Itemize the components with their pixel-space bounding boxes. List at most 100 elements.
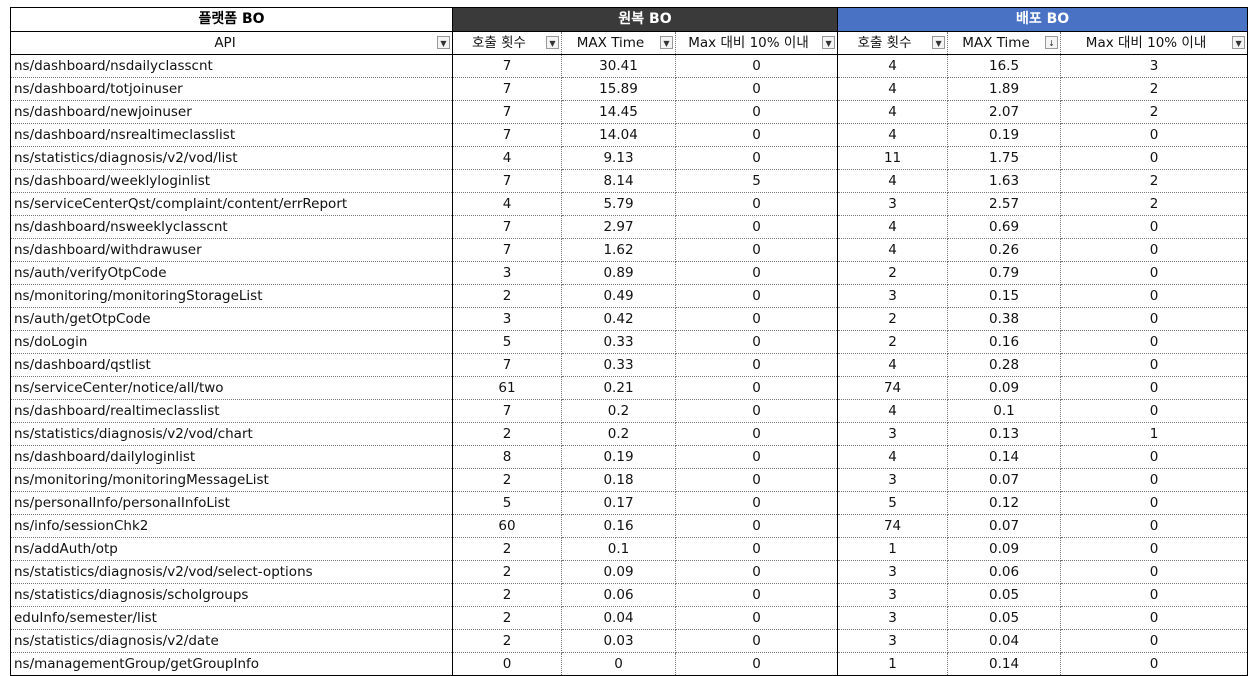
cell-orig-max-time[interactable]: 9.13: [561, 146, 676, 170]
cell-dep-within-10[interactable]: 0: [1060, 468, 1249, 492]
cell-dep-calls[interactable]: 5: [837, 491, 949, 515]
filter-dropdown-icon[interactable]: ▼: [437, 36, 450, 49]
cell-api[interactable]: ns/dashboard/nsweeklyclasscnt: [10, 215, 453, 239]
cell-dep-within-10[interactable]: 0: [1060, 123, 1249, 147]
cell-orig-within-10[interactable]: 0: [675, 652, 839, 676]
cell-api[interactable]: ns/statistics/diagnosis/v2/vod/chart: [10, 422, 453, 446]
cell-dep-within-10[interactable]: 0: [1060, 652, 1249, 676]
cell-orig-calls[interactable]: 2: [452, 537, 562, 561]
cell-orig-calls[interactable]: 7: [452, 100, 562, 124]
cell-orig-calls[interactable]: 7: [452, 123, 562, 147]
cell-orig-within-10[interactable]: 0: [675, 261, 839, 285]
cell-orig-max-time[interactable]: 5.79: [561, 192, 676, 216]
cell-orig-within-10[interactable]: 0: [675, 376, 839, 400]
cell-orig-max-time[interactable]: 1.62: [561, 238, 676, 262]
cell-dep-within-10[interactable]: 0: [1060, 514, 1249, 538]
cell-dep-within-10[interactable]: 0: [1060, 353, 1249, 377]
cell-orig-within-10[interactable]: 0: [675, 537, 839, 561]
cell-orig-calls[interactable]: 3: [452, 261, 562, 285]
cell-orig-max-time[interactable]: 0.18: [561, 468, 676, 492]
cell-dep-max-time[interactable]: 0.13: [947, 422, 1062, 446]
group-header-platform[interactable]: 플랫폼 BO: [10, 7, 453, 32]
cell-api[interactable]: ns/auth/verifyOtpCode: [10, 261, 453, 285]
cell-orig-calls[interactable]: 7: [452, 215, 562, 239]
cell-dep-max-time[interactable]: 0.69: [947, 215, 1062, 239]
cell-api[interactable]: ns/dashboard/qstlist: [10, 353, 453, 377]
cell-api[interactable]: ns/doLogin: [10, 330, 453, 354]
cell-api[interactable]: ns/personalInfo/personalInfoList: [10, 491, 453, 515]
cell-dep-calls[interactable]: 1: [837, 652, 949, 676]
cell-dep-max-time[interactable]: 1.75: [947, 146, 1062, 170]
cell-orig-calls[interactable]: 8: [452, 445, 562, 469]
cell-dep-max-time[interactable]: 16.5: [947, 54, 1062, 78]
cell-dep-calls[interactable]: 3: [837, 560, 949, 584]
cell-api[interactable]: ns/dashboard/totjoinuser: [10, 77, 453, 101]
cell-orig-within-10[interactable]: 0: [675, 514, 839, 538]
col-header-dep-within-10[interactable]: Max 대비 10% 이내 ▼: [1060, 31, 1249, 55]
cell-api[interactable]: ns/monitoring/monitoringStorageList: [10, 284, 453, 308]
cell-dep-within-10[interactable]: 0: [1060, 376, 1249, 400]
cell-dep-calls[interactable]: 2: [837, 307, 949, 331]
cell-api[interactable]: ns/dashboard/withdrawuser: [10, 238, 453, 262]
cell-dep-calls[interactable]: 4: [837, 100, 949, 124]
cell-dep-calls[interactable]: 4: [837, 54, 949, 78]
cell-dep-calls[interactable]: 74: [837, 514, 949, 538]
col-header-dep-calls[interactable]: 호출 횟수 ▼: [837, 31, 949, 55]
cell-orig-within-10[interactable]: 0: [675, 192, 839, 216]
cell-orig-max-time[interactable]: 30.41: [561, 54, 676, 78]
cell-dep-calls[interactable]: 1: [837, 537, 949, 561]
col-header-api[interactable]: API ▼: [10, 31, 453, 55]
cell-orig-calls[interactable]: 2: [452, 422, 562, 446]
cell-api[interactable]: ns/serviceCenterQst/complaint/content/er…: [10, 192, 453, 216]
cell-orig-within-10[interactable]: 0: [675, 123, 839, 147]
filter-dropdown-icon[interactable]: ▼: [822, 36, 836, 49]
cell-dep-calls[interactable]: 4: [837, 77, 949, 101]
cell-api[interactable]: ns/statistics/diagnosis/v2/vod/select-op…: [10, 560, 453, 584]
cell-api[interactable]: ns/serviceCenter/notice/all/two: [10, 376, 453, 400]
cell-api[interactable]: ns/dashboard/nsrealtimeclasslist: [10, 123, 453, 147]
cell-orig-calls[interactable]: 60: [452, 514, 562, 538]
cell-dep-within-10[interactable]: 1: [1060, 422, 1249, 446]
cell-orig-within-10[interactable]: 0: [675, 215, 839, 239]
cell-orig-within-10[interactable]: 0: [675, 445, 839, 469]
cell-orig-max-time[interactable]: 14.04: [561, 123, 676, 147]
cell-dep-max-time[interactable]: 0.79: [947, 261, 1062, 285]
cell-orig-max-time[interactable]: 0.33: [561, 330, 676, 354]
cell-api[interactable]: ns/auth/getOtpCode: [10, 307, 453, 331]
cell-dep-calls[interactable]: 3: [837, 422, 949, 446]
cell-orig-within-10[interactable]: 0: [675, 284, 839, 308]
cell-orig-max-time[interactable]: 2.97: [561, 215, 676, 239]
cell-dep-max-time[interactable]: 0.16: [947, 330, 1062, 354]
cell-api[interactable]: ns/monitoring/monitoringMessageList: [10, 468, 453, 492]
cell-dep-calls[interactable]: 4: [837, 399, 949, 423]
cell-dep-max-time[interactable]: 0.26: [947, 238, 1062, 262]
cell-dep-calls[interactable]: 3: [837, 284, 949, 308]
cell-orig-max-time[interactable]: 0.89: [561, 261, 676, 285]
cell-dep-max-time[interactable]: 1.89: [947, 77, 1062, 101]
cell-dep-max-time[interactable]: 0.07: [947, 514, 1062, 538]
cell-dep-within-10[interactable]: 0: [1060, 560, 1249, 584]
col-header-orig-within-10[interactable]: Max 대비 10% 이내 ▼: [675, 31, 839, 55]
cell-dep-within-10[interactable]: 0: [1060, 330, 1249, 354]
cell-dep-within-10[interactable]: 2: [1060, 192, 1249, 216]
cell-orig-within-10[interactable]: 0: [675, 353, 839, 377]
cell-api[interactable]: ns/dashboard/newjoinuser: [10, 100, 453, 124]
cell-dep-max-time[interactable]: 2.07: [947, 100, 1062, 124]
cell-orig-max-time[interactable]: 0.2: [561, 422, 676, 446]
cell-orig-calls[interactable]: 7: [452, 77, 562, 101]
cell-orig-within-10[interactable]: 5: [675, 169, 839, 193]
cell-orig-within-10[interactable]: 0: [675, 330, 839, 354]
group-header-original[interactable]: 원복 BO: [452, 7, 839, 32]
cell-orig-max-time[interactable]: 0.33: [561, 353, 676, 377]
cell-orig-calls[interactable]: 7: [452, 399, 562, 423]
cell-dep-max-time[interactable]: 1.63: [947, 169, 1062, 193]
cell-orig-calls[interactable]: 7: [452, 169, 562, 193]
filter-dropdown-icon[interactable]: ▼: [1232, 36, 1246, 49]
cell-orig-calls[interactable]: 2: [452, 468, 562, 492]
cell-dep-calls[interactable]: 4: [837, 169, 949, 193]
col-header-orig-calls[interactable]: 호출 횟수 ▼: [452, 31, 562, 55]
cell-dep-max-time[interactable]: 0.38: [947, 307, 1062, 331]
cell-dep-max-time[interactable]: 0.09: [947, 376, 1062, 400]
cell-orig-within-10[interactable]: 0: [675, 77, 839, 101]
cell-dep-calls[interactable]: 4: [837, 123, 949, 147]
